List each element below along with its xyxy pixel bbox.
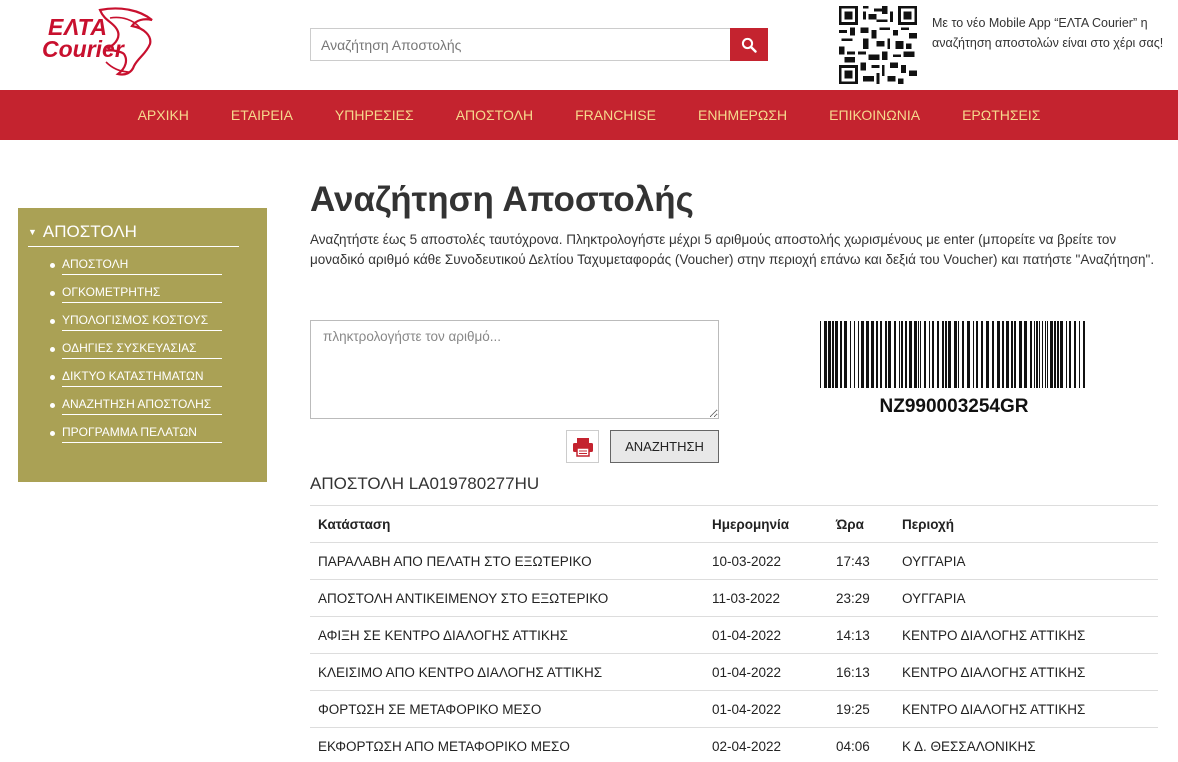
search-icon (741, 37, 757, 53)
sidebar-item-label[interactable]: ΑΝΑΖΗΤΗΣΗ ΑΠΟΣΤΟΛΗΣ (62, 397, 222, 415)
bullet-icon (50, 319, 55, 324)
table-cell: ΚΕΝΤΡΟ ΔΙΑΛΟΓΗΣ ΑΤΤΙΚΗΣ (894, 653, 1158, 691)
logo-line2: Courier (42, 36, 124, 62)
table-cell: Κ Δ. ΘΕΣΣΑΛΟΝΙΚΗΣ (894, 727, 1158, 762)
mobile-app-promo: Με το νέο Mobile App “ΕΛΤΑ Courier” η αν… (932, 16, 1164, 50)
site-header: ΕΛΤΑ Courier Με το νέο Mobile App “ΕΛΤΑ … (0, 0, 1178, 90)
sidebar-item-label[interactable]: ΟΓΚΟΜΕΤΡΗΤΗΣ (62, 285, 222, 303)
nav-item[interactable]: ΕΤΑΙΡΕΙΑ (210, 107, 314, 123)
bullet-icon (50, 291, 55, 296)
intro-text: Αναζητήστε έως 5 αποστολές ταυτόχρονα. Π… (310, 232, 1155, 267)
qr-code (839, 6, 917, 84)
table-cell: ΚΕΝΤΡΟ ΔΙΑΛΟΓΗΣ ΑΤΤΙΚΗΣ (894, 690, 1158, 728)
table-cell: ΚΕΝΤΡΟ ΔΙΑΛΟΓΗΣ ΑΤΤΙΚΗΣ (894, 616, 1158, 654)
barcode-image (820, 321, 1085, 388)
table-cell: ΠΑΡΑΛΑΒΗ ΑΠΟ ΠΕΛΑΤΗ ΣΤΟ ΕΞΩΤΕΡΙΚΟ (310, 542, 704, 580)
sidebar-item[interactable]: ΠΡΟΓΡΑΜΜΑ ΠΕΛΑΤΩΝ (50, 425, 267, 443)
bullet-icon (50, 403, 55, 408)
nav-item[interactable]: ΕΠΙΚΟΙΝΩΝΙΑ (808, 107, 941, 123)
nav-item[interactable]: ΑΠΟΣΤΟΛΗ (435, 107, 554, 123)
table-cell: ΕΚΦΟΡΤΩΣΗ ΑΠΟ ΜΕΤΑΦΟΡΙΚΟ ΜΕΣΟ (310, 727, 704, 762)
tracking-events-table: Κατάσταση Ημερομηνία Ώρα Περιοχή ΠΑΡΑΛΑΒΗ Α… (310, 505, 1158, 762)
sidebar-item[interactable]: ΔΙΚΤΥΟ ΚΑΤΑΣΤΗΜΑΤΩΝ (50, 369, 267, 387)
table-cell: 01-04-2022 (704, 653, 828, 691)
header-search (310, 28, 768, 61)
sidebar-item-label[interactable]: ΠΡΟΓΡΑΜΜΑ ΠΕΛΑΤΩΝ (62, 425, 222, 443)
elta-courier-logo[interactable]: ΕΛΤΑ Courier (40, 6, 162, 76)
column-header: Περιοχή (894, 505, 1158, 543)
table-cell: ΚΛΕΙΣΙΜΟ ΑΠΟ ΚΕΝΤΡΟ ΔΙΑΛΟΓΗΣ ΑΤΤΙΚΗΣ (310, 653, 704, 691)
header-search-button[interactable] (730, 28, 768, 61)
sidebar-item-label[interactable]: ΥΠΟΛΟΓΙΣΜΟΣ ΚΟΣΤΟΥΣ (62, 313, 222, 331)
search-submit-button[interactable]: ΑΝΑΖΗΤΗΣΗ (610, 430, 719, 463)
sidebar-item[interactable]: ΑΝΑΖΗΤΗΣΗ ΑΠΟΣΤΟΛΗΣ (50, 397, 267, 415)
sidebar-item-label[interactable]: ΟΔΗΓΙΕΣ ΣΥΣΚΕΥΑΣΙΑΣ (62, 341, 222, 359)
table-cell: 04:06 (828, 727, 894, 762)
nav-item[interactable]: ΕΡΩΤΗΣΕΙΣ (941, 107, 1061, 123)
sidebar-title[interactable]: ▼ ΑΠΟΣΤΟΛΗ (28, 222, 239, 247)
print-button[interactable] (566, 430, 599, 463)
table-row: ΦΟΡΤΩΣΗ ΣΕ ΜΕΤΑΦΟΡΙΚΟ ΜΕΣΟ 01-04-2022 19:2… (310, 690, 1158, 728)
nav-item[interactable]: FRANCHISE (554, 107, 677, 123)
main-nav: ΑΡΧΙΚΗ ΕΤΑΙΡΕΙΑ ΥΠΗΡΕΣΙΕΣ ΑΠΟΣΤΟΛΗ FRANCHISE… (0, 90, 1178, 140)
table-row: ΕΚΦΟΡΤΩΣΗ ΑΠΟ ΜΕΤΑΦΟΡΙΚΟ ΜΕΣΟ 02-04-2022 0… (310, 727, 1158, 762)
table-row: ΚΛΕΙΣΙΜΟ ΑΠΟ ΚΕΝΤΡΟ ΔΙΑΛΟΓΗΣ ΑΤΤΙΚΗΣ 01-0… (310, 653, 1158, 691)
sidebar-item[interactable]: ΟΓΚΟΜΕΤΡΗΤΗΣ (50, 285, 267, 303)
table-cell: ΑΦΙΞΗ ΣΕ ΚΕΝΤΡΟ ΔΙΑΛΟΓΗΣ ΑΤΤΙΚΗΣ (310, 616, 704, 654)
table-cell: 16:13 (828, 653, 894, 691)
sidebar-item[interactable]: ΥΠΟΛΟΓΙΣΜΟΣ ΚΟΣΤΟΥΣ (50, 313, 267, 331)
nav-item[interactable]: ΑΡΧΙΚΗ (117, 107, 210, 123)
shipment-title: ΑΠΟΣΤΟΛΗ LA019780277HU (310, 474, 540, 493)
column-header: Κατάσταση (310, 505, 704, 543)
table-row: ΠΑΡΑΛΑΒΗ ΑΠΟ ΠΕΛΑΤΗ ΣΤΟ ΕΞΩΤΕΡΙΚΟ 10-03-2… (310, 542, 1158, 580)
table-cell: 02-04-2022 (704, 727, 828, 762)
table-cell: 01-04-2022 (704, 690, 828, 728)
table-cell: 17:43 (828, 542, 894, 580)
caret-down-icon: ▼ (28, 227, 37, 237)
table-cell: 14:13 (828, 616, 894, 654)
sidebar-item[interactable]: ΟΔΗΓΙΕΣ ΣΥΣΚΕΥΑΣΙΑΣ (50, 341, 267, 359)
nav-item[interactable]: ΕΝΗΜΕΡΩΣΗ (677, 107, 808, 123)
sidebar-title-label: ΑΠΟΣΤΟΛΗ (42, 222, 137, 241)
table-cell: 10-03-2022 (704, 542, 828, 580)
tracking-numbers-input[interactable] (310, 320, 719, 419)
table-cell: ΟΥΓΓΑΡΙΑ (894, 579, 1158, 617)
barcode-number: NZ990003254GR (879, 396, 1029, 417)
bullet-icon (50, 347, 55, 352)
printer-icon (572, 437, 593, 457)
table-cell: 19:25 (828, 690, 894, 728)
sidebar: ▼ ΑΠΟΣΤΟΛΗ ΑΠΟΣΤΟΛΗ ΟΓΚΟΜΕΤΡΗΤΗΣ ΥΠΟΛΟΓΙΣΜΟ… (18, 208, 267, 482)
table-cell: 01-04-2022 (704, 616, 828, 654)
sidebar-item-label[interactable]: ΔΙΚΤΥΟ ΚΑΤΑΣΤΗΜΑΤΩΝ (62, 369, 222, 387)
table-header-row: Κατάσταση Ημερομηνία Ώρα Περιοχή (310, 505, 1158, 543)
bullet-icon (50, 431, 55, 436)
bullet-icon (50, 263, 55, 268)
table-cell: ΑΠΟΣΤΟΛΗ ΑΝΤΙΚΕΙΜΕΝΟΥ ΣΤΟ ΕΞΩΤΕΡΙΚΟ (310, 579, 704, 617)
header-search-input[interactable] (310, 28, 730, 61)
table-row: ΑΦΙΞΗ ΣΕ ΚΕΝΤΡΟ ΔΙΑΛΟΓΗΣ ΑΤΤΙΚΗΣ 01-04-20… (310, 616, 1158, 654)
sidebar-item-label[interactable]: ΑΠΟΣΤΟΛΗ (62, 257, 222, 275)
bullet-icon (50, 375, 55, 380)
page-title: Αναζήτηση Αποστολής (310, 180, 694, 219)
table-row: ΑΠΟΣΤΟΛΗ ΑΝΤΙΚΕΙΜΕΝΟΥ ΣΤΟ ΕΞΩΤΕΡΙΚΟ 11-03… (310, 579, 1158, 617)
table-cell: ΦΟΡΤΩΣΗ ΣΕ ΜΕΤΑΦΟΡΙΚΟ ΜΕΣΟ (310, 690, 704, 728)
column-header: Ώρα (828, 505, 894, 543)
nav-item[interactable]: ΥΠΗΡΕΣΙΕΣ (314, 107, 435, 123)
sidebar-item[interactable]: ΑΠΟΣΤΟΛΗ (50, 257, 267, 275)
table-cell: ΟΥΓΓΑΡΙΑ (894, 542, 1158, 580)
table-cell: 11-03-2022 (704, 579, 828, 617)
table-cell: 23:29 (828, 579, 894, 617)
column-header: Ημερομηνία (704, 505, 828, 543)
